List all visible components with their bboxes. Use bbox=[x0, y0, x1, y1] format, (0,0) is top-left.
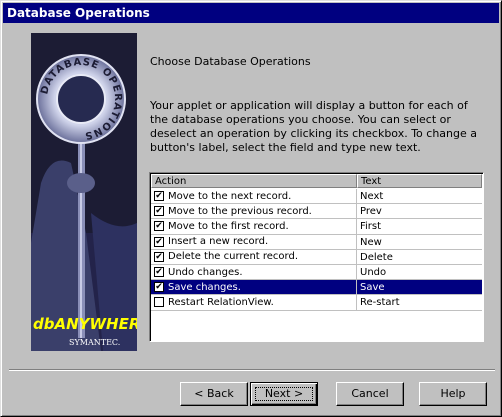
dbanywhere-banner-image: DATABASE OPERATIONS dbANYWHERE SYMANTEC. bbox=[31, 33, 137, 351]
title-bar[interactable]: Database Operations bbox=[3, 3, 499, 23]
action-cell[interactable]: Restart RelationView. bbox=[151, 295, 357, 311]
action-cell[interactable]: ✔ Undo changes. bbox=[151, 264, 357, 281]
action-cell[interactable]: ✔ Insert a new record. bbox=[151, 234, 357, 250]
list-item[interactable]: ✔ Save changes. Save bbox=[151, 280, 482, 296]
action-label: Move to the previous record. bbox=[168, 205, 312, 217]
list-item[interactable]: ✔ Undo changes. Undo bbox=[151, 264, 482, 281]
text-cell[interactable]: Next bbox=[357, 189, 482, 205]
column-header-text[interactable]: Text bbox=[357, 174, 482, 188]
focus-rect bbox=[255, 387, 313, 401]
operations-list[interactable]: Action Text ✔ Move to the next record. Nex… bbox=[149, 172, 484, 342]
row-checkbox[interactable]: ✔ bbox=[154, 251, 164, 262]
action-cell[interactable]: ✔ Delete the current record. bbox=[151, 249, 357, 265]
row-checkbox[interactable]: ✔ bbox=[154, 267, 164, 278]
action-label: Move to the next record. bbox=[168, 190, 292, 202]
list-item[interactable]: ✔ Move to the previous record. Prev bbox=[151, 204, 482, 220]
row-checkbox[interactable]: ✔ bbox=[154, 282, 164, 293]
help-button[interactable]: Help bbox=[419, 382, 487, 406]
banner-illustration: DATABASE OPERATIONS dbANYWHERE SYMANTEC. bbox=[31, 33, 137, 351]
text-cell[interactable]: New bbox=[357, 235, 482, 250]
text-cell[interactable]: Save bbox=[357, 280, 482, 296]
back-button[interactable]: < Back bbox=[180, 382, 248, 406]
action-label: Save changes. bbox=[168, 281, 241, 293]
row-checkbox[interactable]: ✔ bbox=[154, 236, 164, 247]
list-item[interactable]: ✔ Move to the first record. First bbox=[151, 219, 482, 235]
column-header-action[interactable]: Action bbox=[151, 174, 357, 188]
list-item[interactable]: ✔ Insert a new record. New bbox=[151, 234, 482, 250]
instructions-text: Your applet or application will display … bbox=[150, 99, 477, 154]
divider bbox=[9, 369, 495, 371]
text-cell[interactable]: Delete bbox=[357, 250, 482, 265]
row-checkbox[interactable] bbox=[154, 297, 164, 308]
row-checkbox[interactable]: ✔ bbox=[154, 206, 164, 217]
row-checkbox[interactable]: ✔ bbox=[154, 191, 164, 202]
action-label: Undo changes. bbox=[168, 266, 243, 278]
row-checkbox[interactable]: ✔ bbox=[154, 221, 164, 232]
text-cell[interactable]: Prev bbox=[357, 204, 482, 220]
action-cell[interactable]: ✔ Save changes. bbox=[151, 280, 357, 296]
dbanywhere-logo-text: dbANYWHERE bbox=[33, 315, 137, 333]
symantec-brand-text: SYMANTEC. bbox=[69, 338, 120, 347]
list-rows: ✔ Move to the next record. Next ✔ Move to th… bbox=[151, 189, 482, 311]
list-item[interactable]: ✔ Move to the next record. Next bbox=[151, 189, 482, 205]
list-item[interactable]: Restart RelationView. Re-start bbox=[151, 295, 482, 311]
text-cell[interactable]: Undo bbox=[357, 265, 482, 281]
text-cell[interactable]: Re-start bbox=[357, 295, 482, 311]
action-label: Delete the current record. bbox=[168, 251, 298, 263]
cancel-button[interactable]: Cancel bbox=[336, 382, 404, 406]
action-cell[interactable]: ✔ Move to the previous record. bbox=[151, 204, 357, 220]
list-item[interactable]: ✔ Delete the current record. Delete bbox=[151, 249, 482, 265]
action-cell[interactable]: ✔ Move to the first record. bbox=[151, 219, 357, 235]
action-label: Insert a new record. bbox=[168, 236, 269, 248]
action-label: Restart RelationView. bbox=[168, 296, 274, 308]
page-heading: Choose Database Operations bbox=[150, 55, 311, 68]
text-cell[interactable]: First bbox=[357, 219, 482, 235]
action-cell[interactable]: ✔ Move to the next record. bbox=[151, 189, 357, 205]
wizard-window: Database Operations DATABASE OPERATIONS … bbox=[0, 0, 502, 417]
next-button[interactable]: Next > bbox=[250, 382, 318, 406]
action-label: Move to the first record. bbox=[168, 220, 289, 232]
list-header: Action Text bbox=[151, 174, 482, 188]
